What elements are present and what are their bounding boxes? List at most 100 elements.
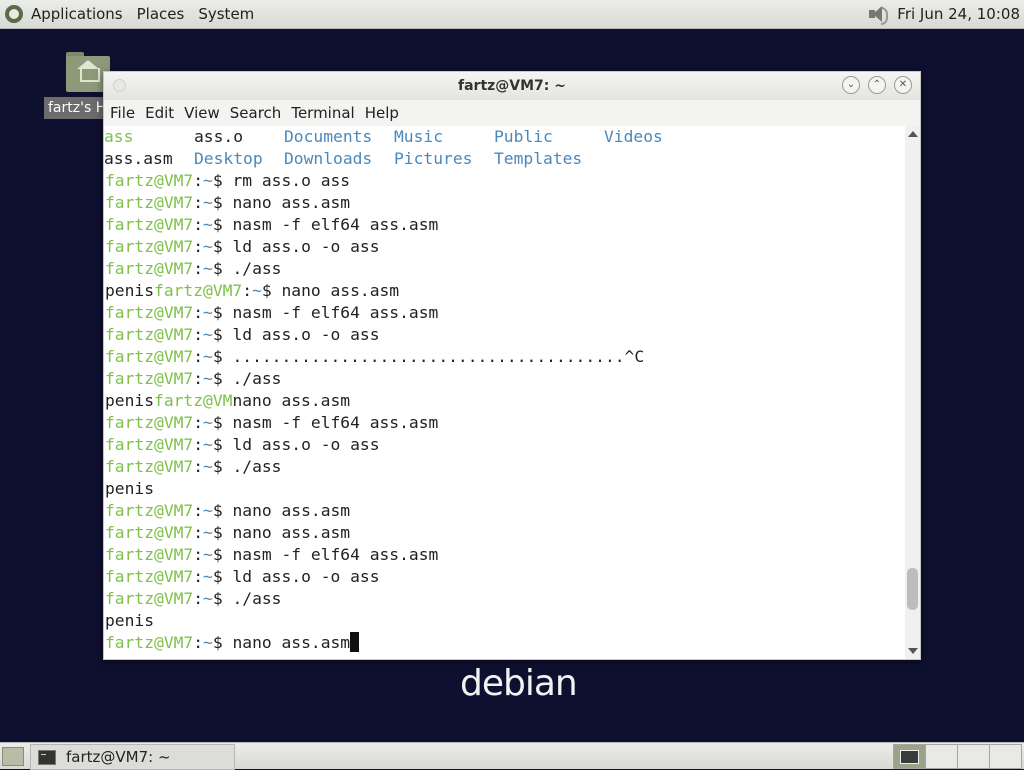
terminal-line: fartz@VM7:~$ nano ass.asm bbox=[104, 632, 904, 654]
bottom-panel: fartz@VM7: ~ bbox=[0, 742, 1024, 770]
workspace-window-thumbnail bbox=[900, 750, 919, 764]
command-text: ./ass bbox=[232, 589, 282, 608]
ls-entry: Music bbox=[394, 127, 444, 146]
terminal-line: fartz@VM7:~$ ld ass.o -o ass bbox=[104, 566, 904, 588]
prompt-symbol: $ bbox=[212, 523, 233, 542]
ls-output-row: ass ass.o Documents Music Public Videos bbox=[104, 126, 904, 148]
scroll-down-icon[interactable] bbox=[908, 648, 918, 654]
prompt-user: fartz@VM7 bbox=[105, 259, 194, 278]
prompt-sep: : bbox=[193, 501, 204, 520]
prompt-path: ~ bbox=[203, 171, 213, 190]
terminal-line: fartz@VM7:~$ ./ass bbox=[104, 588, 904, 610]
prompt-symbol: $ bbox=[212, 413, 233, 432]
menu-help[interactable]: Help bbox=[365, 104, 399, 122]
terminal-line: fartz@VM7:~$ ./ass bbox=[104, 456, 904, 478]
prompt-path: ~ bbox=[203, 237, 213, 256]
command-text: nasm -f elf64 ass.asm bbox=[232, 545, 439, 564]
terminal-output[interactable]: ass ass.o Documents Music Public Videos ass.as… bbox=[104, 126, 904, 659]
prompt-symbol: $ bbox=[212, 259, 233, 278]
workspace-2[interactable] bbox=[925, 744, 958, 769]
close-button[interactable]: ✕ bbox=[894, 76, 912, 94]
ls-entry: ass.o bbox=[194, 127, 244, 146]
prompt-user: fartz@VM7 bbox=[105, 193, 194, 212]
workspace-4[interactable] bbox=[989, 744, 1022, 769]
prompt-symbol: $ bbox=[212, 215, 233, 234]
text-cursor bbox=[350, 632, 360, 652]
terminal-window[interactable]: fartz@VM7: ~ ⌄ ⌃ ✕ File Edit View Search… bbox=[103, 71, 921, 660]
show-desktop-button[interactable] bbox=[2, 747, 24, 766]
command-text: nasm -f elf64 ass.asm bbox=[232, 413, 439, 432]
command-text: nano ass.asm bbox=[232, 523, 351, 542]
menu-view[interactable]: View bbox=[184, 104, 220, 122]
terminal-line: penisfartz@VMnano ass.asm bbox=[104, 390, 904, 412]
prompt-sep: : bbox=[193, 237, 204, 256]
scroll-up-icon[interactable] bbox=[908, 131, 918, 137]
program-output: penis bbox=[105, 479, 155, 498]
menu-edit[interactable]: Edit bbox=[145, 104, 174, 122]
top-panel: Applications Places System Fri Jun 24, 1… bbox=[0, 0, 1024, 29]
ls-entry: Public bbox=[494, 127, 553, 146]
taskbar-terminal-button[interactable]: fartz@VM7: ~ bbox=[30, 744, 235, 770]
minimize-button[interactable]: ⌄ bbox=[842, 76, 860, 94]
prompt-user: fartz@VM7 bbox=[105, 501, 194, 520]
terminal-line: fartz@VM7:~$ nano ass.asm bbox=[104, 192, 904, 214]
terminal-menubar: File Edit View Search Terminal Help bbox=[104, 100, 920, 126]
clock[interactable]: Fri Jun 24, 10:08 bbox=[897, 5, 1020, 23]
prompt-path: ~ bbox=[252, 281, 262, 300]
ls-entry: ass.asm bbox=[104, 149, 173, 168]
command-text: ld ass.o -o ass bbox=[232, 325, 380, 344]
menu-system[interactable]: System bbox=[198, 5, 254, 23]
terminal-line: penisfartz@VM7:~$ nano ass.asm bbox=[104, 280, 904, 302]
prompt-symbol: $ bbox=[212, 633, 233, 652]
prompt-path: ~ bbox=[203, 215, 213, 234]
ls-entry: Videos bbox=[604, 127, 663, 146]
menu-places[interactable]: Places bbox=[137, 5, 185, 23]
prompt-symbol: $ bbox=[212, 589, 233, 608]
prompt-symbol: $ bbox=[212, 325, 233, 344]
terminal-line: fartz@VM7:~$ nasm -f elf64 ass.asm bbox=[104, 412, 904, 434]
menu-search[interactable]: Search bbox=[230, 104, 282, 122]
command-text: ld ass.o -o ass bbox=[232, 237, 380, 256]
prompt-user: fartz@VM7 bbox=[105, 347, 194, 366]
terminal-line: fartz@VM7:~$ ld ass.o -o ass bbox=[104, 324, 904, 346]
prompt-sep: : bbox=[193, 457, 204, 476]
maximize-button[interactable]: ⌃ bbox=[868, 76, 886, 94]
prompt-path: ~ bbox=[203, 589, 213, 608]
workspace-1[interactable] bbox=[893, 744, 926, 769]
prompt-sep: : bbox=[193, 325, 204, 344]
prompt-path: ~ bbox=[203, 259, 213, 278]
prompt-sep: : bbox=[193, 567, 204, 586]
prompt-path: ~ bbox=[203, 303, 213, 322]
command-text: ./ass bbox=[232, 369, 282, 388]
prompt-symbol: $ bbox=[212, 347, 233, 366]
command-text: nasm -f elf64 ass.asm bbox=[232, 303, 439, 322]
prompt-path: ~ bbox=[203, 545, 213, 564]
prompt-path: ~ bbox=[203, 369, 213, 388]
volume-icon[interactable] bbox=[867, 5, 889, 25]
command-text: ./ass bbox=[232, 457, 282, 476]
terminal-line: penis bbox=[104, 610, 904, 632]
terminal-line: fartz@VM7:~$ ./ass bbox=[104, 258, 904, 280]
window-menu-icon[interactable] bbox=[113, 79, 126, 92]
terminal-line: fartz@VM7:~$ nasm -f elf64 ass.asm bbox=[104, 214, 904, 236]
command-text: nano ass.asm bbox=[232, 633, 351, 652]
prompt-user: fartz@VM7 bbox=[105, 567, 194, 586]
menu-file[interactable]: File bbox=[110, 104, 135, 122]
menu-terminal[interactable]: Terminal bbox=[291, 104, 354, 122]
prompt-user: fartz@VM7 bbox=[105, 589, 194, 608]
scrollbar-thumb[interactable] bbox=[907, 567, 918, 610]
workspace-3[interactable] bbox=[957, 744, 990, 769]
prompt-symbol: $ bbox=[212, 237, 233, 256]
window-titlebar[interactable]: fartz@VM7: ~ ⌄ ⌃ ✕ bbox=[104, 72, 920, 100]
prompt-user: fartz@VM7 bbox=[105, 303, 194, 322]
ls-entry: Pictures bbox=[394, 149, 473, 168]
ls-entry: Documents bbox=[284, 127, 373, 146]
debian-menu-icon[interactable] bbox=[5, 5, 23, 23]
prompt-user: fartz@VM7 bbox=[105, 435, 194, 454]
menu-applications[interactable]: Applications bbox=[31, 5, 123, 23]
command-text: nano ass.asm bbox=[232, 501, 351, 520]
prompt-sep: : bbox=[193, 523, 204, 542]
prompt-path: ~ bbox=[203, 633, 213, 652]
terminal-scrollbar[interactable] bbox=[905, 126, 920, 659]
prompt-sep: : bbox=[193, 435, 204, 454]
